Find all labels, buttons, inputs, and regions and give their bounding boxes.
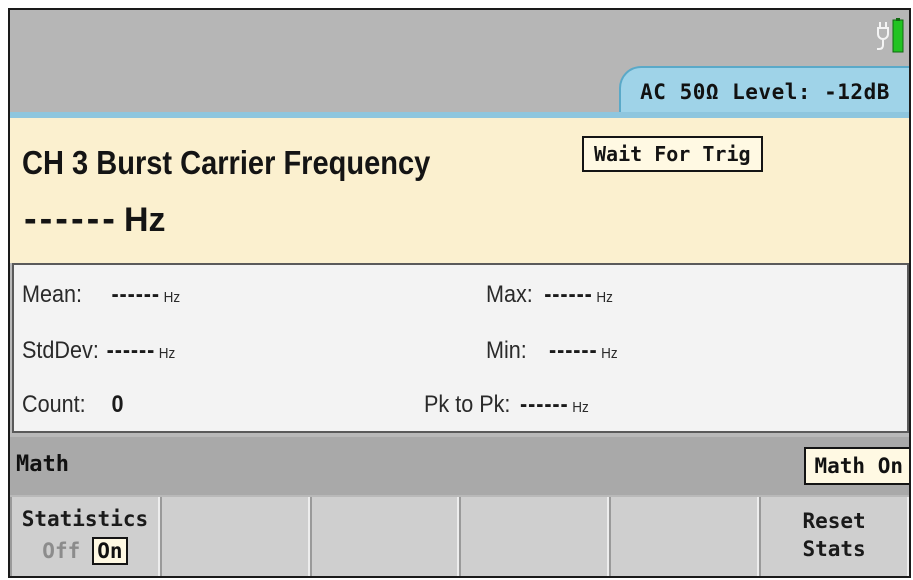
softkey-5[interactable] — [609, 497, 760, 576]
statistics-on-option: On — [92, 537, 128, 565]
statistics-softkey-label: Statistics — [21, 507, 149, 531]
measurement-readout: ------ Hz — [24, 198, 166, 241]
measurement-title: CH 3 Burst Carrier Frequency — [22, 144, 431, 181]
reset-stats-softkey[interactable]: Reset Stats — [759, 497, 909, 576]
plug-battery-icon — [877, 18, 904, 53]
stat-mean: Mean: ------ Hz — [22, 281, 180, 309]
stat-pk-to-pk: Pk to Pk: ------ Hz — [424, 391, 589, 419]
stat-count-label: Count: — [22, 391, 86, 418]
stat-min-label: Min: — [486, 337, 527, 364]
stat-min-value: ------ — [549, 337, 598, 364]
softkey-bar: Statistics Off On Reset Stats — [10, 497, 909, 576]
input-config-text: AC 50Ω Level: -12dB — [640, 80, 890, 104]
softkey-3[interactable] — [309, 497, 460, 576]
stat-mean-unit: Hz — [163, 289, 181, 306]
stat-mean-label: Mean: — [22, 281, 83, 308]
stat-count-value: 0 — [111, 391, 124, 418]
trigger-status-text: Wait For Trig — [594, 142, 751, 166]
stat-min: Min: ------ Hz — [486, 337, 618, 365]
measurement-unit: Hz — [123, 201, 166, 239]
math-on-text: Math On — [814, 454, 903, 478]
stat-stddev-unit: Hz — [158, 345, 176, 362]
stat-max: Max: ------ Hz — [486, 281, 613, 309]
statistics-softkey[interactable]: Statistics Off On — [10, 497, 160, 576]
reset-stats-line1: Reset — [802, 509, 866, 533]
stat-min-unit: Hz — [601, 345, 618, 362]
stat-count: Count: 0 — [22, 391, 123, 419]
reset-stats-label: Reset Stats — [761, 507, 907, 563]
stat-pk-to-pk-label: Pk to Pk: — [424, 391, 511, 418]
stat-stddev-label: StdDev: — [22, 337, 99, 364]
math-bar-label: Math — [16, 452, 69, 477]
stat-pk-to-pk-value: ------ — [520, 391, 569, 418]
stat-max-value: ------ — [544, 281, 593, 308]
measurement-panel: CH 3 Burst Carrier Frequency Wait For Tr… — [10, 118, 909, 263]
stat-mean-value: ------ — [111, 281, 160, 308]
statistics-toggle: Off On — [12, 537, 158, 565]
measurement-value: ------ — [24, 198, 118, 240]
statistics-panel: Mean: ------ Hz StdDev: ------ Hz Count: 0… — [12, 263, 909, 433]
reset-stats-line2: Stats — [802, 537, 866, 561]
statistics-off-option: Off — [42, 539, 81, 563]
softkey-4[interactable] — [459, 497, 610, 576]
math-on-badge: Math On — [804, 447, 909, 485]
stat-pk-to-pk-unit: Hz — [572, 399, 589, 416]
trigger-status-badge: Wait For Trig — [582, 136, 763, 172]
stat-max-label: Max: — [486, 281, 533, 308]
softkey-2[interactable] — [159, 497, 310, 576]
math-bar: Math Math On — [10, 437, 909, 495]
input-config-tab: AC 50Ω Level: -12dB — [619, 66, 909, 116]
stat-stddev: StdDev: ------ Hz — [22, 337, 175, 365]
stat-stddev-value: ------ — [106, 337, 156, 364]
status-bar: AC 50Ω Level: -12dB — [10, 10, 909, 118]
stat-max-unit: Hz — [596, 289, 613, 306]
instrument-screen: AC 50Ω Level: -12dB CH 3 Burst Carrier F… — [8, 8, 911, 578]
